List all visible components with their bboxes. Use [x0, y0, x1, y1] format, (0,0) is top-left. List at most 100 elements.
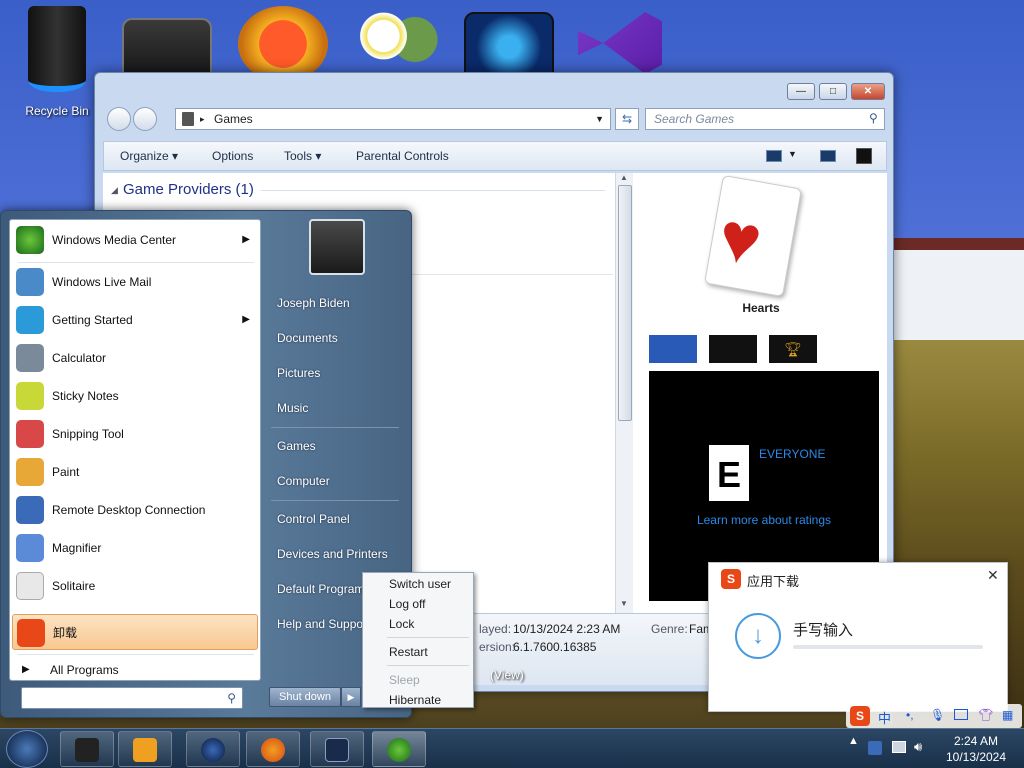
toolbox-icon[interactable]: ▦: [1002, 708, 1013, 722]
default-programs-link[interactable]: Default Programs: [277, 582, 363, 596]
shutdown-button[interactable]: Shut down: [269, 687, 341, 707]
preview-pane: ♥ Hearts 🏆︎ E EVERYONE Learn more about …: [635, 173, 887, 613]
scroll-down-icon[interactable]: ▼: [620, 599, 628, 608]
program-item[interactable]: Magnifier: [12, 530, 258, 566]
search-icon[interactable]: ⚲: [869, 111, 878, 125]
clock-time: 2:24 AM: [953, 734, 999, 748]
taskbar-firefox-button[interactable]: [246, 731, 300, 767]
documents-link[interactable]: Documents: [277, 331, 338, 345]
scroll-up-icon[interactable]: ▲: [620, 173, 628, 182]
lock-item[interactable]: Lock: [389, 617, 414, 631]
all-programs-button[interactable]: ▶ All Programs: [12, 652, 258, 688]
shutdown-options-arrow-icon[interactable]: ▶: [341, 687, 361, 707]
control-panel-link[interactable]: Control Panel: [277, 512, 350, 526]
scroll-thumb[interactable]: [618, 185, 632, 421]
rating-label: EVERYONE: [759, 447, 826, 461]
help-support-link[interactable]: Help and Support: [277, 617, 363, 631]
restart-item[interactable]: Restart: [389, 645, 428, 659]
rating-tab-icon[interactable]: [649, 335, 697, 363]
program-item[interactable]: Snipping Tool: [12, 416, 258, 452]
taskbar-clock[interactable]: 2:24 AM 10/13/2024: [936, 733, 1016, 765]
preview-pane-icon[interactable]: [820, 150, 836, 162]
ime-language-toggle[interactable]: 中: [878, 708, 891, 727]
program-item[interactable]: Solitaire: [12, 568, 258, 604]
program-item-highlighted[interactable]: 卸载: [12, 614, 258, 650]
program-item[interactable]: Calculator: [12, 340, 258, 376]
taskbar-app-button[interactable]: [60, 731, 114, 767]
log-off-item[interactable]: Log off: [389, 597, 425, 611]
pictures-link[interactable]: Pictures: [277, 366, 320, 380]
view-link[interactable]: (View): [490, 668, 524, 682]
address-dropdown-icon[interactable]: ▼: [595, 109, 604, 129]
devices-printers-link[interactable]: Devices and Printers: [277, 547, 388, 561]
recycle-bin-icon[interactable]: Recycle Bin: [12, 6, 102, 118]
view-icon[interactable]: [766, 150, 782, 162]
close-button[interactable]: ✕: [851, 83, 885, 100]
magnifier-icon: [16, 534, 44, 562]
plants-vs-zombies-icon[interactable]: [352, 8, 442, 78]
microphone-icon[interactable]: 🎙︎: [930, 708, 945, 722]
sticky-notes-icon: [16, 382, 44, 410]
popup-title: 应用下载: [747, 574, 800, 589]
taskbar-games-button[interactable]: [372, 731, 426, 767]
forward-button[interactable]: [133, 107, 157, 131]
program-item[interactable]: Windows Media Center ▶: [12, 222, 258, 258]
collapse-icon[interactable]: ◢: [111, 185, 118, 196]
ime-logo-icon[interactable]: S: [850, 706, 870, 726]
program-item[interactable]: Paint: [12, 454, 258, 490]
switch-user-item[interactable]: Switch user: [389, 577, 451, 591]
user-name-link[interactable]: Joseph Biden: [277, 296, 350, 310]
download-item-name: 手写输入: [793, 622, 854, 639]
taskbar-monitor-button[interactable]: [310, 731, 364, 767]
punctuation-icon[interactable]: •,: [906, 708, 914, 722]
start-button-icon[interactable]: [6, 730, 48, 768]
ratings-link[interactable]: Learn more about ratings: [649, 513, 879, 527]
close-icon[interactable]: ✕: [987, 567, 999, 584]
group-header[interactable]: Game Providers (1): [123, 181, 254, 198]
program-item[interactable]: Getting Started ▶: [12, 302, 258, 338]
program-item[interactable]: Sticky Notes: [12, 378, 258, 414]
organize-menu[interactable]: Organize ▾: [120, 149, 178, 163]
solitaire-icon: [16, 572, 44, 600]
start-search-input[interactable]: ⚲: [21, 687, 243, 709]
display-icon[interactable]: [892, 741, 906, 753]
program-item[interactable]: Remote Desktop Connection: [12, 492, 258, 528]
help-icon[interactable]: [856, 148, 872, 164]
trophy-icon[interactable]: 🏆︎: [769, 335, 817, 363]
ime-toolbar: S 中 •, 🎙︎ 👕︎ ▦: [846, 704, 1022, 728]
network-icon[interactable]: [868, 741, 882, 755]
scrollbar[interactable]: ▲ ▼: [615, 173, 633, 613]
options-button[interactable]: Options: [212, 149, 253, 163]
uninstall-icon: [17, 619, 45, 647]
user-avatar[interactable]: [309, 219, 365, 275]
hibernate-item[interactable]: Hibernate: [389, 693, 441, 707]
parental-controls-button[interactable]: Parental Controls: [356, 149, 449, 163]
show-hidden-icons-icon[interactable]: ▲: [848, 735, 859, 747]
minimize-button[interactable]: —: [787, 83, 815, 100]
search-input[interactable]: Search Games: [645, 108, 885, 130]
computer-link[interactable]: Computer: [277, 474, 330, 488]
all-programs-arrow-icon: ▶: [22, 664, 30, 675]
desktop-game-icon[interactable]: [238, 6, 328, 82]
media-player-icon: [133, 738, 157, 762]
music-link[interactable]: Music: [277, 401, 308, 415]
programs-pane: Windows Media Center ▶ Windows Live Mail …: [9, 219, 261, 681]
sogou-logo-icon: S: [721, 569, 741, 589]
monitor-icon: [325, 738, 349, 762]
view-dropdown-icon[interactable]: ▼: [788, 149, 797, 159]
games-link[interactable]: Games: [277, 439, 316, 453]
keyboard-icon[interactable]: [954, 709, 968, 720]
tools-menu[interactable]: Tools ▾: [284, 149, 321, 163]
address-bar[interactable]: ▸ Games ▼: [175, 108, 611, 130]
taskbar-dark-app-button[interactable]: [186, 731, 240, 767]
volume-icon[interactable]: 🔊︎: [914, 739, 922, 755]
taskbar: ▲ 🔊︎ 2:24 AM 10/13/2024: [0, 728, 1024, 768]
taskbar-media-player-button[interactable]: [118, 731, 172, 767]
refresh-icon[interactable]: ⇆: [615, 108, 639, 130]
visual-studio-icon[interactable]: [578, 12, 662, 74]
performance-tab-icon[interactable]: [709, 335, 757, 363]
program-item[interactable]: Windows Live Mail: [12, 264, 258, 300]
maximize-button[interactable]: □: [819, 83, 847, 100]
skin-icon[interactable]: 👕︎: [978, 708, 993, 722]
back-button[interactable]: [107, 107, 131, 131]
